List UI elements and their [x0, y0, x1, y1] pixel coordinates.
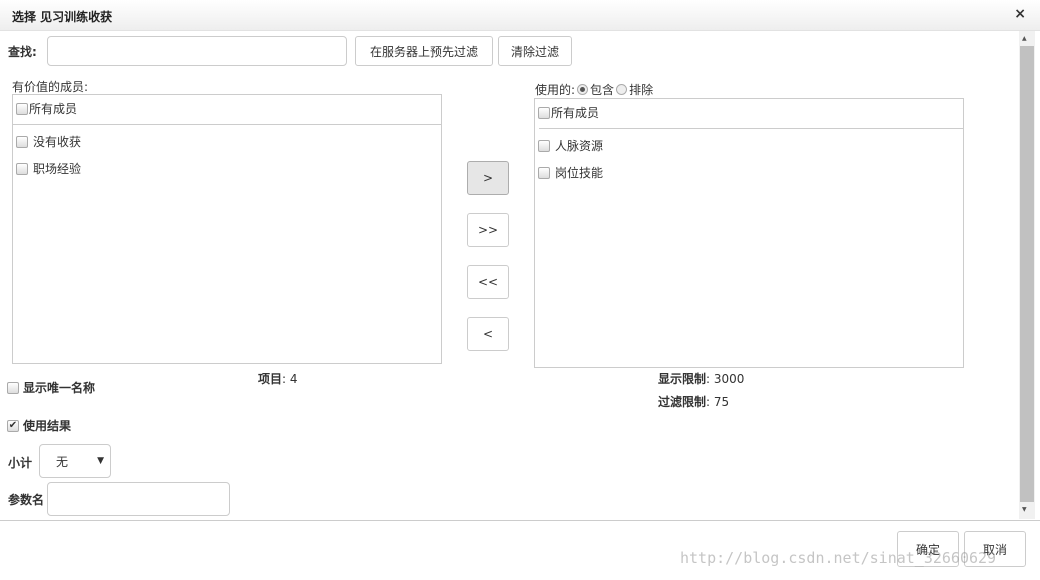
checkbox[interactable] [16, 162, 28, 175]
remove-button[interactable]: < [467, 317, 509, 351]
param-name-input[interactable] [47, 482, 230, 516]
list-item[interactable]: 没有收获 [16, 133, 81, 150]
subtotal-label: 小计 [8, 456, 33, 470]
item-label: 人脉资源 [555, 139, 604, 153]
include-label: 包含 [590, 83, 615, 97]
prefilter-button[interactable]: 在服务器上预先过滤 [355, 36, 493, 66]
scrollbar-thumb[interactable] [1020, 46, 1034, 502]
used-list[interactable]: 所有成员 人脉资源 岗位技能 [534, 98, 964, 368]
checkbox[interactable] [538, 106, 550, 119]
checkbox[interactable] [538, 166, 550, 179]
item-label: 岗位技能 [555, 166, 604, 180]
subtotal-value: 无 [56, 454, 69, 469]
subtotal-select[interactable]: 无 ▼ [39, 444, 111, 478]
divider [539, 128, 963, 129]
caret-down-icon: ▼ [97, 456, 104, 466]
item-label: 没有收获 [33, 135, 82, 149]
list-item[interactable]: 人脉资源 [538, 137, 603, 154]
available-label: 有价值的成员: [12, 80, 89, 94]
used-header: 使用的: 包含 排除 [535, 81, 653, 98]
dialog-title: 选择 见习训练收获 [12, 10, 113, 24]
item-label: 所有成员 [29, 102, 78, 116]
footer-divider [0, 520, 1040, 521]
used-label: 使用的: [535, 83, 576, 97]
item-label: 职场经验 [33, 162, 82, 176]
close-icon[interactable]: × [1014, 6, 1026, 22]
search-input[interactable] [47, 36, 347, 66]
watermark: http://blog.csdn.net/sinat_32660629 [680, 549, 997, 567]
list-item[interactable]: 职场经验 [16, 160, 81, 177]
add-all-button[interactable]: >> [467, 213, 509, 247]
option-label: 显示唯一名称 [23, 381, 96, 395]
scroll-down-icon[interactable]: ▼ [1022, 506, 1027, 513]
filter-limit: 过滤限制: 75 [658, 395, 730, 409]
search-label: 查找: [8, 45, 37, 59]
divider [13, 124, 441, 125]
add-button[interactable]: > [467, 161, 509, 195]
list-item[interactable]: 岗位技能 [538, 164, 603, 181]
display-limit: 显示限制: 3000 [658, 372, 745, 386]
scroll-up-icon[interactable]: ▲ [1022, 35, 1027, 42]
remove-all-button[interactable]: << [467, 265, 509, 299]
exclude-radio[interactable] [616, 84, 628, 95]
used-all-item[interactable]: 所有成员 [538, 104, 599, 121]
checkbox[interactable] [16, 135, 28, 148]
clear-filter-button[interactable]: 清除过滤 [498, 36, 572, 66]
item-count: 项目: 4 [258, 372, 298, 386]
dialog-titlebar [0, 0, 1040, 31]
available-list[interactable]: 所有成员 没有收获 职场经验 [12, 94, 442, 364]
checkbox[interactable] [538, 139, 550, 152]
item-label: 所有成员 [551, 106, 600, 120]
param-label: 参数名 [8, 493, 45, 507]
unique-names-option[interactable]: 显示唯一名称 [7, 379, 95, 396]
available-all-item[interactable]: 所有成员 [16, 100, 77, 117]
checkbox[interactable] [7, 381, 19, 394]
option-label: 使用结果 [23, 419, 72, 433]
checkbox-checked[interactable]: ✔ [7, 419, 19, 432]
include-radio[interactable] [577, 84, 589, 95]
checkbox[interactable] [16, 102, 28, 115]
use-result-option[interactable]: ✔ 使用结果 [7, 417, 71, 434]
exclude-label: 排除 [629, 83, 654, 97]
